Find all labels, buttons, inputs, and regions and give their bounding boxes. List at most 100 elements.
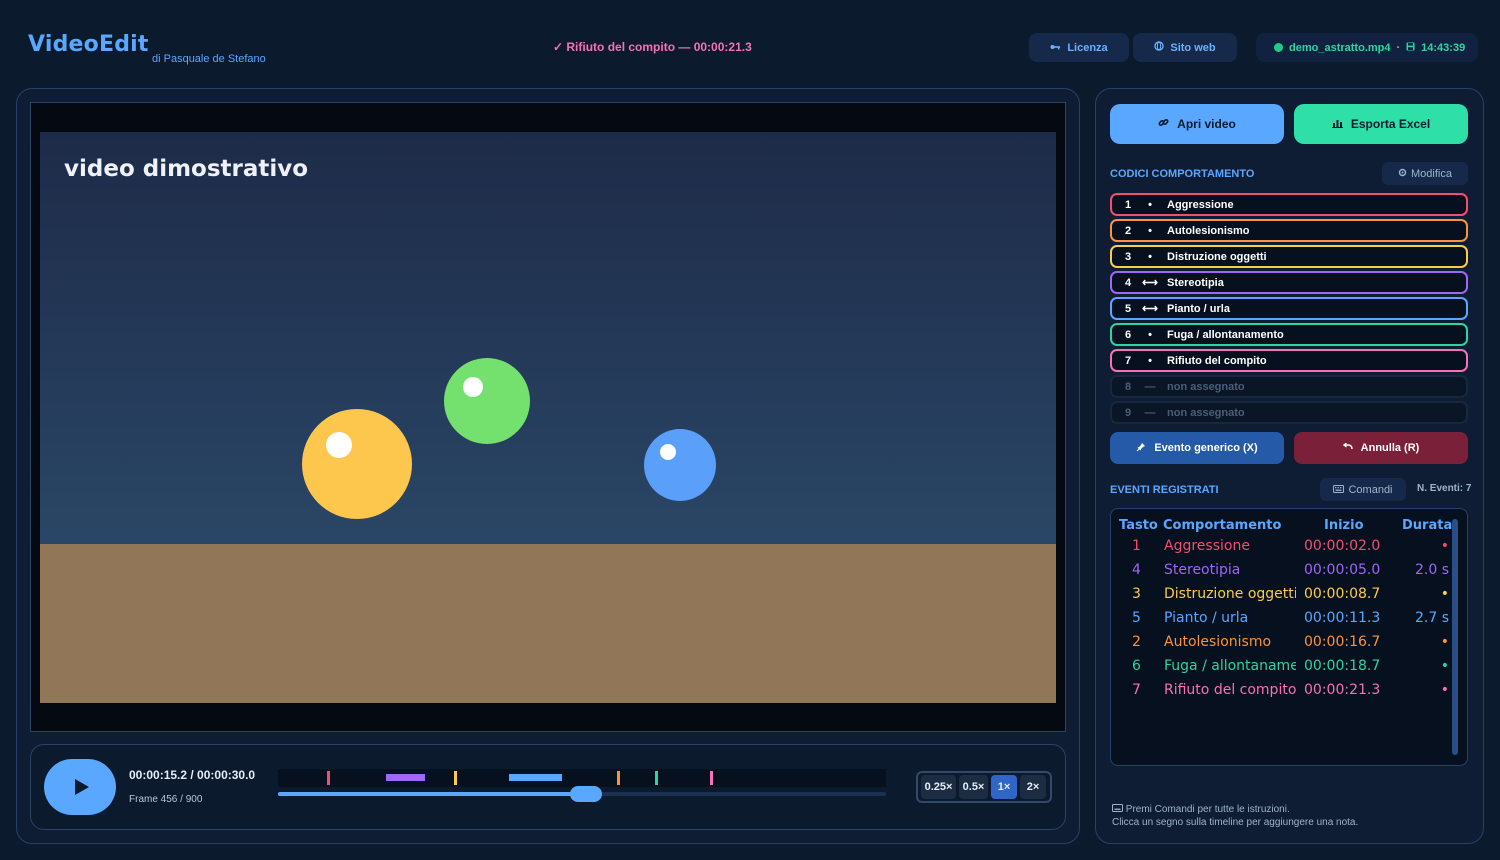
code-row-5[interactable]: 5 ⟷ Pianto / urla [1110,297,1468,320]
events-scrollbar[interactable] [1452,519,1458,755]
timeline-duration-segment[interactable] [509,774,562,781]
yellow-ball [302,409,412,519]
event-row[interactable]: 6 Fuga / allontanamento 00:00:18.7 • [1111,658,1451,682]
undo-button[interactable]: Annulla (R) [1294,432,1468,464]
license-label: Licenza [1067,41,1108,54]
code-key: 8 [1125,380,1132,393]
timeline-event-marker[interactable] [710,771,713,785]
progress-knob[interactable] [570,786,602,802]
timeline-event-marker[interactable] [454,771,457,785]
event-duration: • [1440,658,1449,674]
code-type-icon: • [1148,198,1152,211]
events-count: N. Eventi: 7 [1417,483,1472,494]
video-overlay-title: video dimostrativo [64,156,309,182]
export-excel-button[interactable]: Esporta Excel [1294,104,1468,144]
green-ball [444,358,530,444]
code-label: non assegnato [1167,380,1245,393]
code-key: 4 [1125,276,1132,289]
speed-1x-button[interactable]: 1× [991,775,1017,799]
frame-counter: Frame 456 / 900 [129,794,203,805]
event-key: 5 [1132,610,1141,626]
event-duration: 2.0 s [1414,562,1449,578]
code-row-6[interactable]: 6 • Fuga / allontanamento [1110,323,1468,346]
app-byline: di Pasquale de Stefano [152,53,266,65]
code-row-7[interactable]: 7 • Rifiuto del compito [1110,349,1468,372]
event-duration: • [1440,634,1449,650]
code-type-icon: — [1144,380,1156,393]
event-start: 00:00:08.7 [1304,586,1381,602]
timeline-event-marker[interactable] [327,771,330,785]
event-key: 6 [1132,658,1141,674]
website-button[interactable]: Sito web [1133,33,1237,62]
event-row[interactable]: 4 Stereotipia 00:00:05.0 2.0 s [1111,562,1451,586]
event-row[interactable]: 3 Distruzione oggetti 00:00:08.7 • [1111,586,1451,610]
generic-event-label: Evento generico (X) [1154,442,1258,454]
status-dot-icon [1274,43,1283,52]
last-event-status: ✓ Rifiuto del compito — 00:00:21.3 [553,40,752,54]
speed-2x-button[interactable]: 2× [1020,775,1046,799]
events-section-title: EVENTI REGISTRATI [1110,484,1219,496]
footnote-line-1: Premi Comandi per tutte le istruzioni. [1112,803,1358,816]
event-row[interactable]: 2 Autolesionismo 00:00:16.7 • [1111,634,1451,658]
link-icon [1158,117,1169,131]
code-label: Distruzione oggetti [1167,250,1267,263]
event-behavior: Rifiuto del compito [1164,682,1296,698]
undo-arrow-icon [1342,442,1353,454]
events-header-behavior: Comportamento [1163,518,1282,533]
pin-icon [1136,442,1146,455]
keyboard-icon [1333,484,1345,496]
code-row-2[interactable]: 2 • Autolesionismo [1110,219,1468,242]
footnote-text-1: Premi Comandi per tutte le istruzioni. [1125,804,1290,815]
timeline-event-marker[interactable] [655,771,658,785]
events-header-key: Tasto [1119,518,1158,533]
events-header-duration: Durata [1402,518,1453,533]
code-key: 5 [1125,302,1132,315]
code-row-1[interactable]: 1 • Aggressione [1110,193,1468,216]
generic-event-button[interactable]: Evento generico (X) [1110,432,1284,464]
event-duration: • [1440,538,1449,554]
code-row-3[interactable]: 3 • Distruzione oggetti [1110,245,1468,268]
footnote: Premi Comandi per tutte le istruzioni. C… [1112,803,1358,829]
license-button[interactable]: Licenza [1029,33,1129,62]
save-icon [1406,42,1415,54]
event-behavior: Pianto / urla [1164,610,1249,626]
edit-codes-button[interactable]: Modifica [1382,162,1468,185]
code-row-8[interactable]: 8 — non assegnato [1110,375,1468,398]
code-row-4[interactable]: 4 ⟷ Stereotipia [1110,271,1468,294]
app-title: VideoEdit [28,32,149,57]
timecode: 00:00:15.2 / 00:00:30.0 [129,768,256,782]
code-type-icon: • [1148,328,1152,341]
event-duration: • [1440,586,1449,602]
timeline-duration-segment[interactable] [386,774,425,781]
code-key: 1 [1125,198,1132,211]
speed-0.5x-button[interactable]: 0.5× [959,775,988,799]
progress-fill [278,792,586,796]
play-button[interactable] [44,759,116,815]
code-label: Pianto / urla [1167,302,1230,315]
event-start: 00:00:02.0 [1304,538,1381,554]
timeline-event-marker[interactable] [617,771,620,785]
open-video-button[interactable]: Apri video [1110,104,1284,144]
code-row-9[interactable]: 9 — non assegnato [1110,401,1468,424]
speed-0.25x-button[interactable]: 0.25× [921,775,956,799]
code-label: Aggressione [1167,198,1234,211]
code-label: Rifiuto del compito [1167,354,1267,367]
event-timeline[interactable] [278,769,886,787]
code-label: Stereotipia [1167,276,1224,289]
event-behavior: Autolesionismo [1164,634,1272,650]
event-key: 4 [1132,562,1141,578]
event-row[interactable]: 7 Rifiuto del compito 00:00:21.3 • [1111,682,1451,706]
event-behavior: Aggressione [1164,538,1250,554]
file-status-pill: demo_astratto.mp4 · 14:43:39 [1256,33,1478,62]
open-video-label: Apri video [1177,117,1236,131]
keyboard-icon [1112,804,1126,815]
event-row[interactable]: 1 Aggressione 00:00:02.0 • [1111,538,1451,562]
event-key: 7 [1132,682,1141,698]
event-behavior: Distruzione oggetti [1164,586,1296,602]
commands-button[interactable]: Comandi [1320,478,1406,501]
event-key: 1 [1132,538,1141,554]
key-icon [1050,42,1061,54]
event-row[interactable]: 5 Pianto / urla 00:00:11.3 2.7 s [1111,610,1451,634]
gear-icon [1398,168,1407,180]
video-viewport[interactable]: video dimostrativo [40,132,1056,703]
